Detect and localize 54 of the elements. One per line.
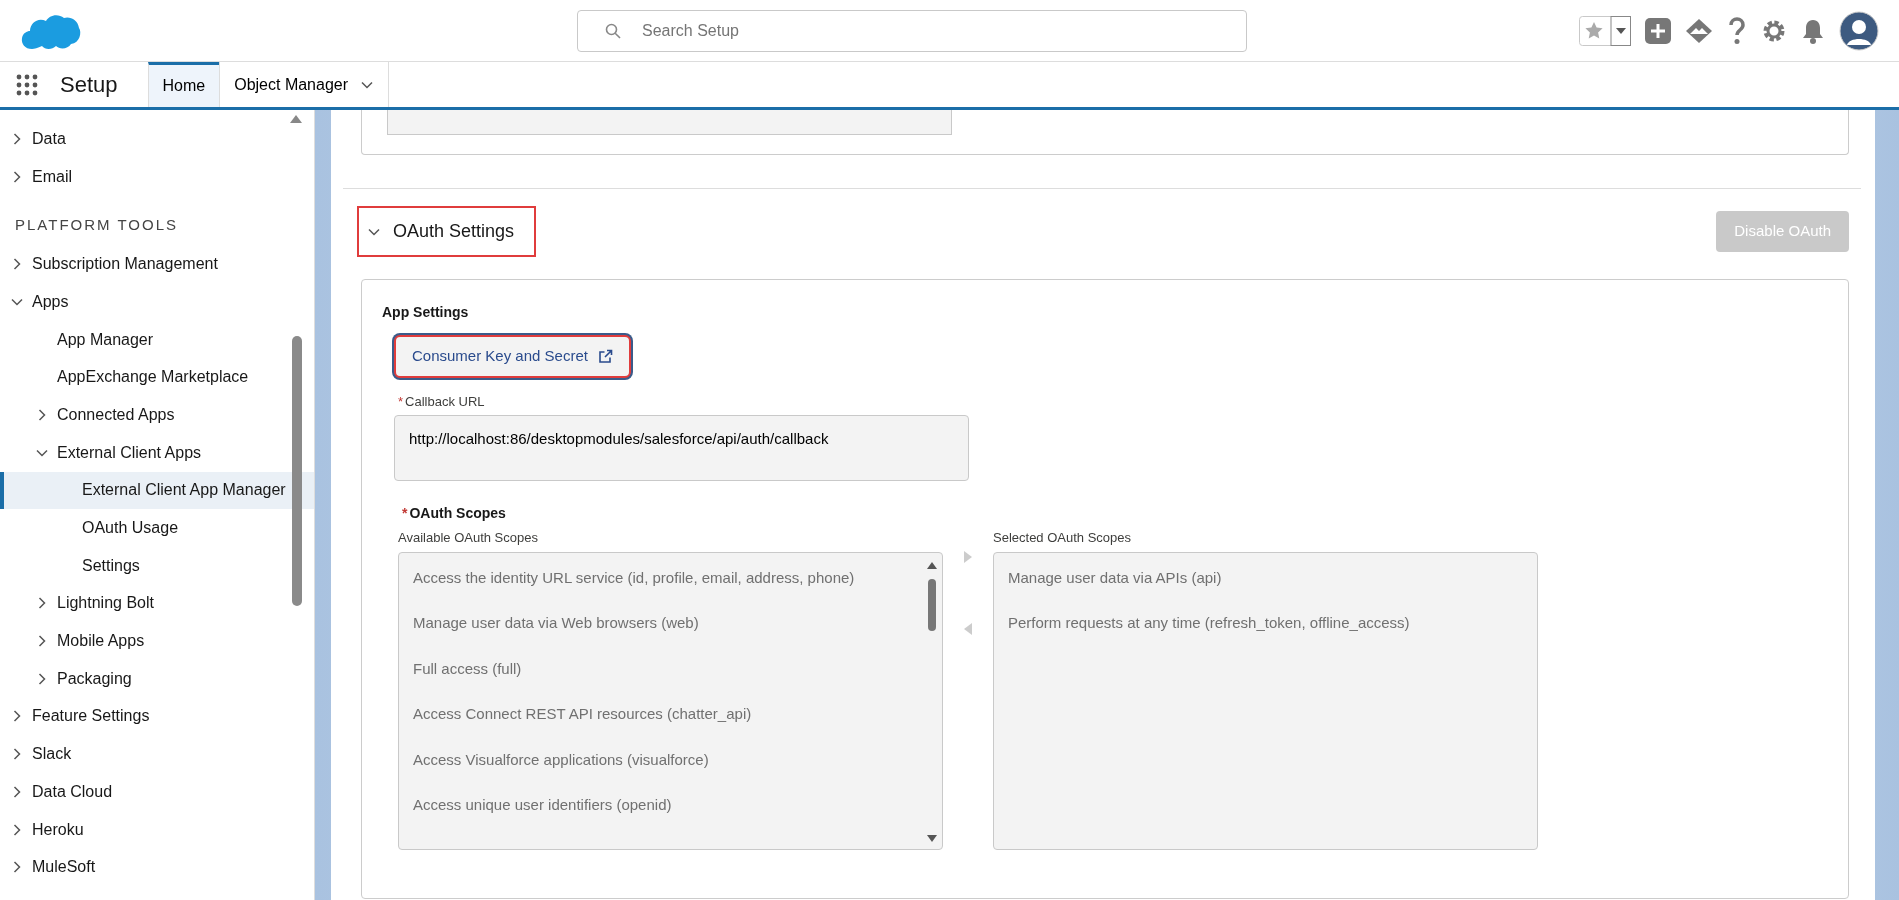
notification-bell-icon[interactable] <box>1801 17 1825 44</box>
help-icon[interactable] <box>1727 16 1747 45</box>
field-label: Callback URL <box>405 392 485 411</box>
search-field[interactable]: Search Setup <box>577 9 1247 52</box>
mountain-badge-icon[interactable] <box>1685 17 1713 44</box>
sidebar-item[interactable]: Mobile Apps <box>0 622 314 660</box>
list-option[interactable]: Access Connect REST API resources (chatter_api) <box>413 703 918 749</box>
callback-url-field[interactable]: http://localhost:86/desktopmodules/salesforce/api/auth/callback <box>394 415 969 481</box>
list-option[interactable]: Manage user data via Web browsers (web) <box>413 612 918 658</box>
sidebar-item[interactable]: App Manager <box>0 320 314 359</box>
sidebar-item[interactable]: Apps <box>0 283 314 321</box>
list-option[interactable]: Access unique user identifiers (openid) <box>413 794 918 840</box>
scroll-up-icon[interactable] <box>290 114 302 123</box>
sidebar-item[interactable]: Data <box>0 120 314 158</box>
sidebar-item[interactable]: Heroku <box>0 810 314 849</box>
sidebar-item[interactable]: Lightning Bolt <box>0 584 314 623</box>
consumer-key-button[interactable]: Consumer Key and Secret <box>394 335 631 378</box>
nav-tab[interactable]: Home <box>147 62 220 107</box>
favorite-star-dropdown-icon[interactable] <box>1579 15 1631 46</box>
sidebar-item[interactable]: External Client Apps <box>0 433 314 472</box>
available-scopes-list[interactable] <box>398 551 943 850</box>
sidebar-item[interactable]: Data Cloud <box>0 773 314 811</box>
app-launcher-icon[interactable] <box>16 73 38 96</box>
list-label: Selected OAuth Scopes <box>993 529 1133 547</box>
section-toggle[interactable]: OAuth Settings <box>357 206 537 257</box>
sidebar-item[interactable]: Subscription Management <box>0 245 314 284</box>
user-avatar[interactable] <box>1839 10 1879 51</box>
sidebar-item[interactable]: Packaging <box>0 659 314 698</box>
nav-tab[interactable]: Object Manager <box>219 62 390 107</box>
section-heading: PLATFORM TOOLS <box>14 215 180 236</box>
sidebar-item[interactable]: AppExchange Marketplace <box>0 358 314 397</box>
required-mark: * <box>398 392 404 411</box>
sidebar-item[interactable]: Connected Apps <box>0 396 314 434</box>
sidebar-item[interactable]: MuleSoft <box>0 848 314 887</box>
sidebar-item[interactable]: External Client App Manager <box>0 471 314 510</box>
external-link-icon <box>597 348 613 364</box>
field-label: OAuth Scopes <box>409 504 506 523</box>
list-label: Available OAuth Scopes <box>398 529 539 547</box>
sidebar-item[interactable]: OAuth Usage <box>0 509 314 547</box>
section-heading: App Settings <box>382 303 470 322</box>
app-title: Setup <box>60 71 118 99</box>
list-option[interactable]: Access Visualforce applications (visualforce) <box>413 748 918 794</box>
selected-scopes-list[interactable]: Manage user data via APIs (api) Perform requests at any time (refresh_token, offline_access) <box>993 551 1538 850</box>
sidebar-item[interactable]: Settings <box>0 546 314 585</box>
sidebar-item[interactable]: Slack <box>0 735 314 773</box>
list-option[interactable]: Full access (full) <box>413 657 918 703</box>
list-option[interactable]: Perform requests at any time (refresh_token, offline_access) <box>1008 612 1513 658</box>
list-option[interactable]: Manage user data via APIs (api) <box>1008 566 1513 612</box>
sidebar-item[interactable]: Feature Settings <box>0 697 314 736</box>
sidebar-item[interactable]: Email <box>0 157 314 196</box>
list-option[interactable]: Access the identity URL service (id, profile, email, address, phone) <box>413 566 918 612</box>
add-icon[interactable] <box>1645 17 1671 44</box>
scrollbar-thumb[interactable] <box>292 336 302 606</box>
required-mark: * <box>402 504 408 523</box>
